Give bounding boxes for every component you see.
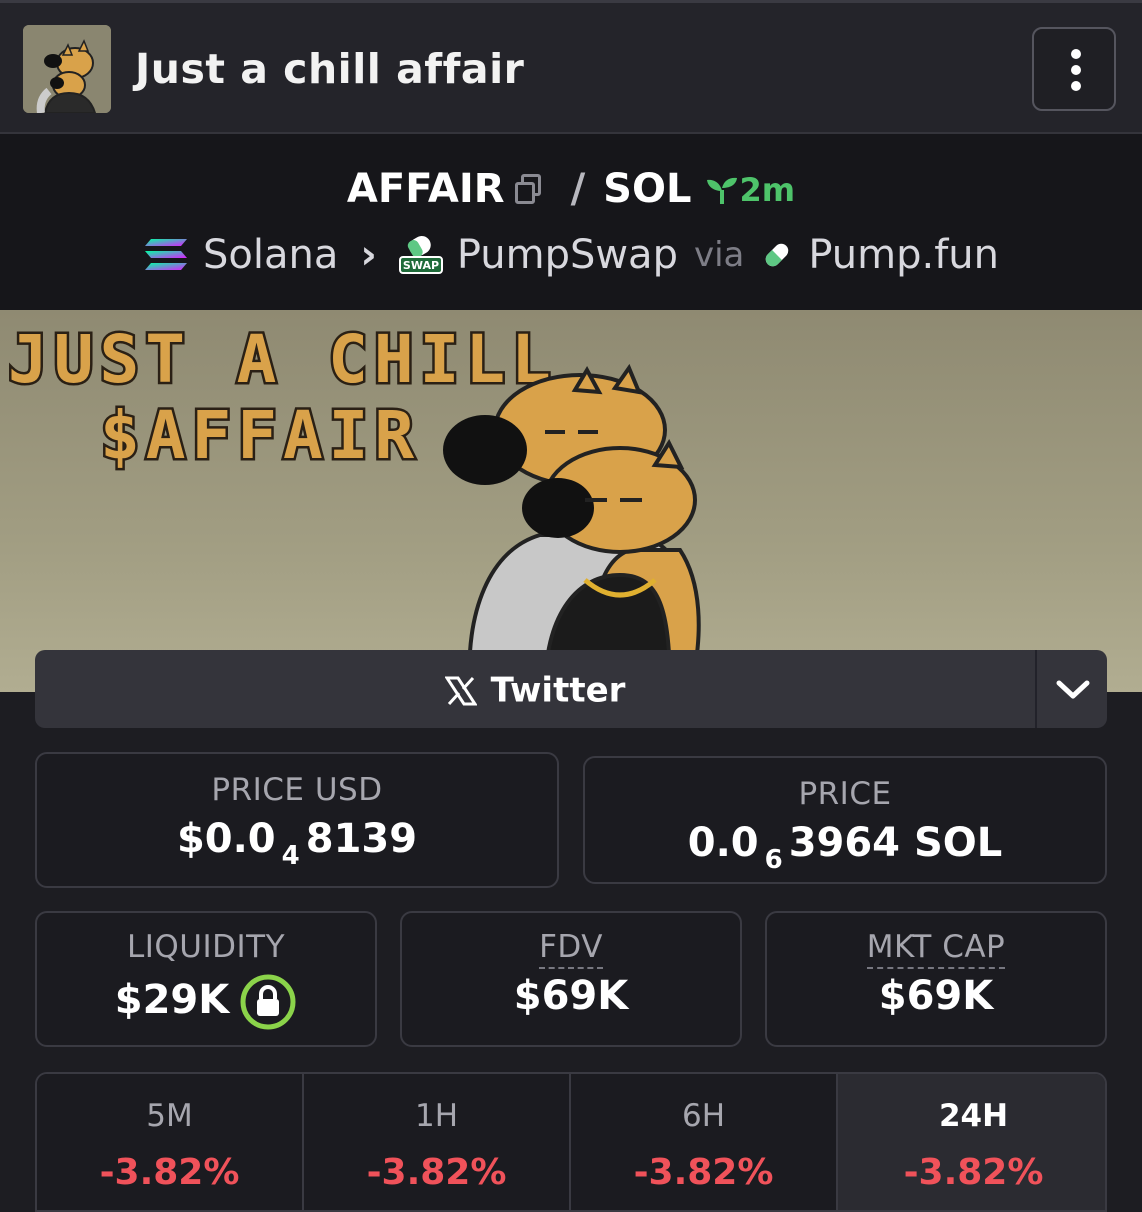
price-usd-value: $0.0 4 8139 [176, 816, 418, 871]
price-native-card: PRICE 0.0 6 3964 SOL [583, 756, 1107, 884]
more-options-button[interactable] [1032, 27, 1116, 111]
sprout-icon [707, 177, 738, 204]
banner-line-2: $AFFAIR [100, 397, 420, 474]
launchpad-name[interactable]: Pump.fun [808, 232, 999, 278]
lock-icon[interactable] [239, 973, 297, 1031]
banner-line-1: JUST A CHILL [8, 321, 557, 398]
via-label: via [693, 235, 745, 275]
chain-breadcrumb: Solana › SWAP PumpSwap via Pump.fun [0, 230, 1142, 278]
price-change-value: -3.82% [903, 1152, 1044, 1193]
price-usd-card: PRICE USD $0.0 4 8139 [35, 752, 559, 888]
fdv-label[interactable]: FDV [539, 929, 603, 969]
tab-label: 5M [146, 1098, 193, 1134]
twitter-button[interactable]: Twitter [35, 650, 1035, 728]
pair-age: 2m [739, 171, 796, 209]
tab-label: 24H [938, 1098, 1009, 1134]
price-change-value: -3.82% [99, 1152, 240, 1193]
pumpswap-icon: SWAP [398, 236, 443, 274]
copy-icon[interactable] [513, 172, 543, 206]
tab-24h[interactable]: 24H -3.82% [838, 1074, 1105, 1210]
mkt-cap-card: MKT CAP $69K [765, 911, 1107, 1047]
price-change-value: -3.82% [366, 1152, 507, 1193]
dex-badge-text: SWAP [403, 259, 439, 272]
liquidity-value-row: $29K [37, 973, 375, 1031]
top-bar: Just a chill affair [0, 0, 1142, 134]
price-change-tabs: 5M -3.82% 1H -3.82% 6H -3.82% 24H -3.82% [35, 1072, 1107, 1212]
dex-name[interactable]: PumpSwap [457, 232, 678, 278]
tab-6h[interactable]: 6H -3.82% [571, 1074, 838, 1210]
tab-1h[interactable]: 1H -3.82% [304, 1074, 571, 1210]
more-links-button[interactable] [1035, 650, 1109, 728]
chevron-down-icon [1056, 680, 1090, 699]
tab-label: 6H [681, 1098, 726, 1134]
base-token-symbol: AFFAIR [346, 166, 505, 212]
pill-icon [766, 243, 789, 267]
liquidity-card: LIQUIDITY $29K [35, 911, 377, 1047]
liquidity-label: LIQUIDITY [126, 929, 286, 965]
chain-name[interactable]: Solana [203, 232, 338, 278]
price-usd-label: PRICE USD [211, 772, 383, 808]
social-links-bar: Twitter [35, 650, 1107, 728]
x-logo-icon [443, 676, 478, 705]
twitter-label: Twitter [490, 670, 626, 711]
quote-token-symbol: SOL [603, 166, 692, 212]
mkt-cap-label[interactable]: MKT CAP [866, 929, 1006, 969]
token-banner: JUST A CHILL $AFFAIR [0, 310, 1142, 692]
price-native-value: 0.0 6 3964 SOL [687, 820, 1003, 875]
chevron-right-icon: › [360, 232, 377, 278]
liquidity-value: $29K [114, 977, 230, 1023]
page-title: Just a chill affair [135, 45, 525, 93]
pair-separator: / [570, 166, 586, 212]
token-avatar [23, 25, 111, 113]
tab-label: 1H [414, 1098, 459, 1134]
fdv-value: $69K [513, 973, 629, 1019]
price-change-value: -3.82% [633, 1152, 774, 1193]
fdv-card: FDV $69K [400, 911, 742, 1047]
price-native-label: PRICE [798, 776, 892, 812]
dog-illustration [443, 363, 701, 692]
solana-icon [144, 239, 187, 270]
mkt-cap-value: $69K [878, 973, 994, 1019]
tab-5m[interactable]: 5M -3.82% [37, 1074, 304, 1210]
pair-row: AFFAIR / SOL 2m [0, 164, 1142, 212]
pair-header: AFFAIR / SOL 2m Solana › SWAP PumpSwap via Pu… [0, 134, 1142, 310]
